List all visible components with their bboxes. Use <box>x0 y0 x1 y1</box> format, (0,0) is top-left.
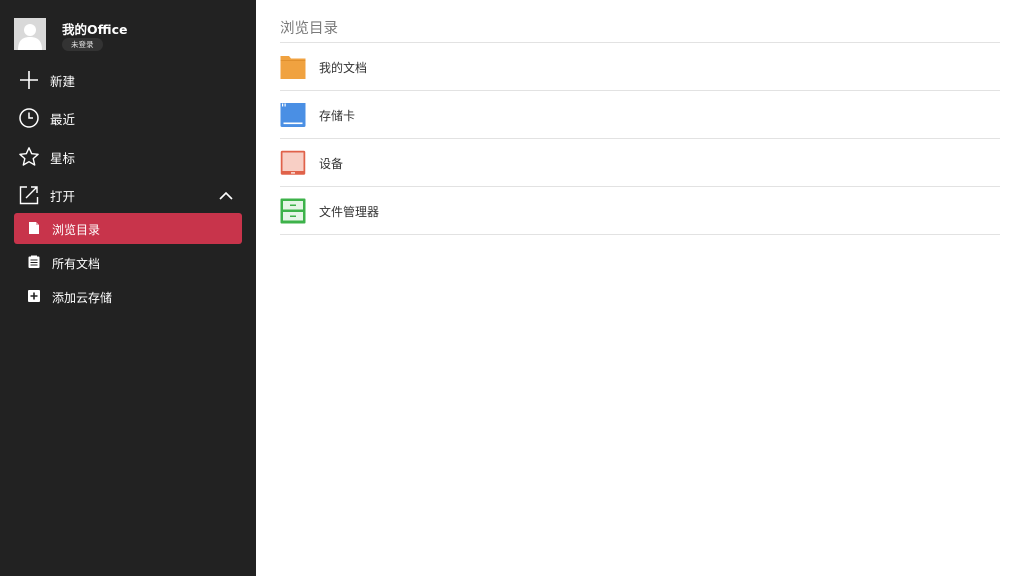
submenu-item-label: 浏览目录 <box>52 223 101 237</box>
app-window: 我的Office 未登录 新建 最近 星标 打开 浏览目录 所有文档 添加云存储… <box>0 0 1024 576</box>
nav-item-starred[interactable]: 星标 <box>0 139 256 175</box>
plus-icon <box>18 69 40 91</box>
device-icon <box>280 150 306 176</box>
file-cabinet-icon <box>280 198 306 224</box>
list-item-my-documents[interactable]: 我的文档 <box>280 43 1000 90</box>
list-item-device[interactable]: 设备 <box>280 139 1000 186</box>
list-item-label: 我的文档 <box>319 61 368 75</box>
divider <box>280 234 1000 235</box>
list-document-icon <box>27 255 41 269</box>
document-icon <box>27 221 41 235</box>
submenu-item-label: 所有文档 <box>52 257 101 271</box>
app-name: 我的Office <box>62 22 128 37</box>
submenu-item-browse-directory[interactable]: 浏览目录 <box>14 213 242 244</box>
list-item-file-manager[interactable]: 文件管理器 <box>280 187 1000 234</box>
add-square-icon <box>27 289 41 303</box>
login-status-badge[interactable]: 未登录 <box>62 38 103 51</box>
nav-item-label: 打开 <box>50 189 76 204</box>
nav-item-label: 最近 <box>50 112 76 127</box>
submenu-item-label: 添加云存储 <box>52 291 113 305</box>
sd-card-icon <box>280 102 306 128</box>
nav-item-recent[interactable]: 最近 <box>0 100 256 136</box>
avatar[interactable] <box>14 18 46 50</box>
nav-item-new[interactable]: 新建 <box>0 62 256 98</box>
sidebar: 我的Office 未登录 新建 最近 星标 打开 浏览目录 所有文档 添加云存储 <box>0 0 256 576</box>
list-item-storage-card[interactable]: 存储卡 <box>280 91 1000 138</box>
open-external-icon <box>18 184 40 206</box>
list-item-label: 存储卡 <box>319 109 356 123</box>
chevron-up-icon[interactable] <box>218 188 234 202</box>
nav-item-label: 新建 <box>50 74 76 89</box>
submenu-item-all-documents[interactable]: 所有文档 <box>14 247 242 278</box>
profile-header: 我的Office 未登录 <box>14 18 244 52</box>
user-avatar-icon <box>14 18 46 50</box>
submenu-item-add-cloud-storage[interactable]: 添加云存储 <box>14 281 242 312</box>
clock-icon <box>18 107 40 129</box>
star-icon <box>18 146 40 168</box>
folder-icon <box>280 54 306 80</box>
nav-item-open[interactable]: 打开 <box>0 177 256 213</box>
page-title: 浏览目录 <box>280 21 338 37</box>
list-item-label: 设备 <box>319 157 344 171</box>
nav-item-label: 星标 <box>50 151 76 166</box>
list-item-label: 文件管理器 <box>319 205 380 219</box>
